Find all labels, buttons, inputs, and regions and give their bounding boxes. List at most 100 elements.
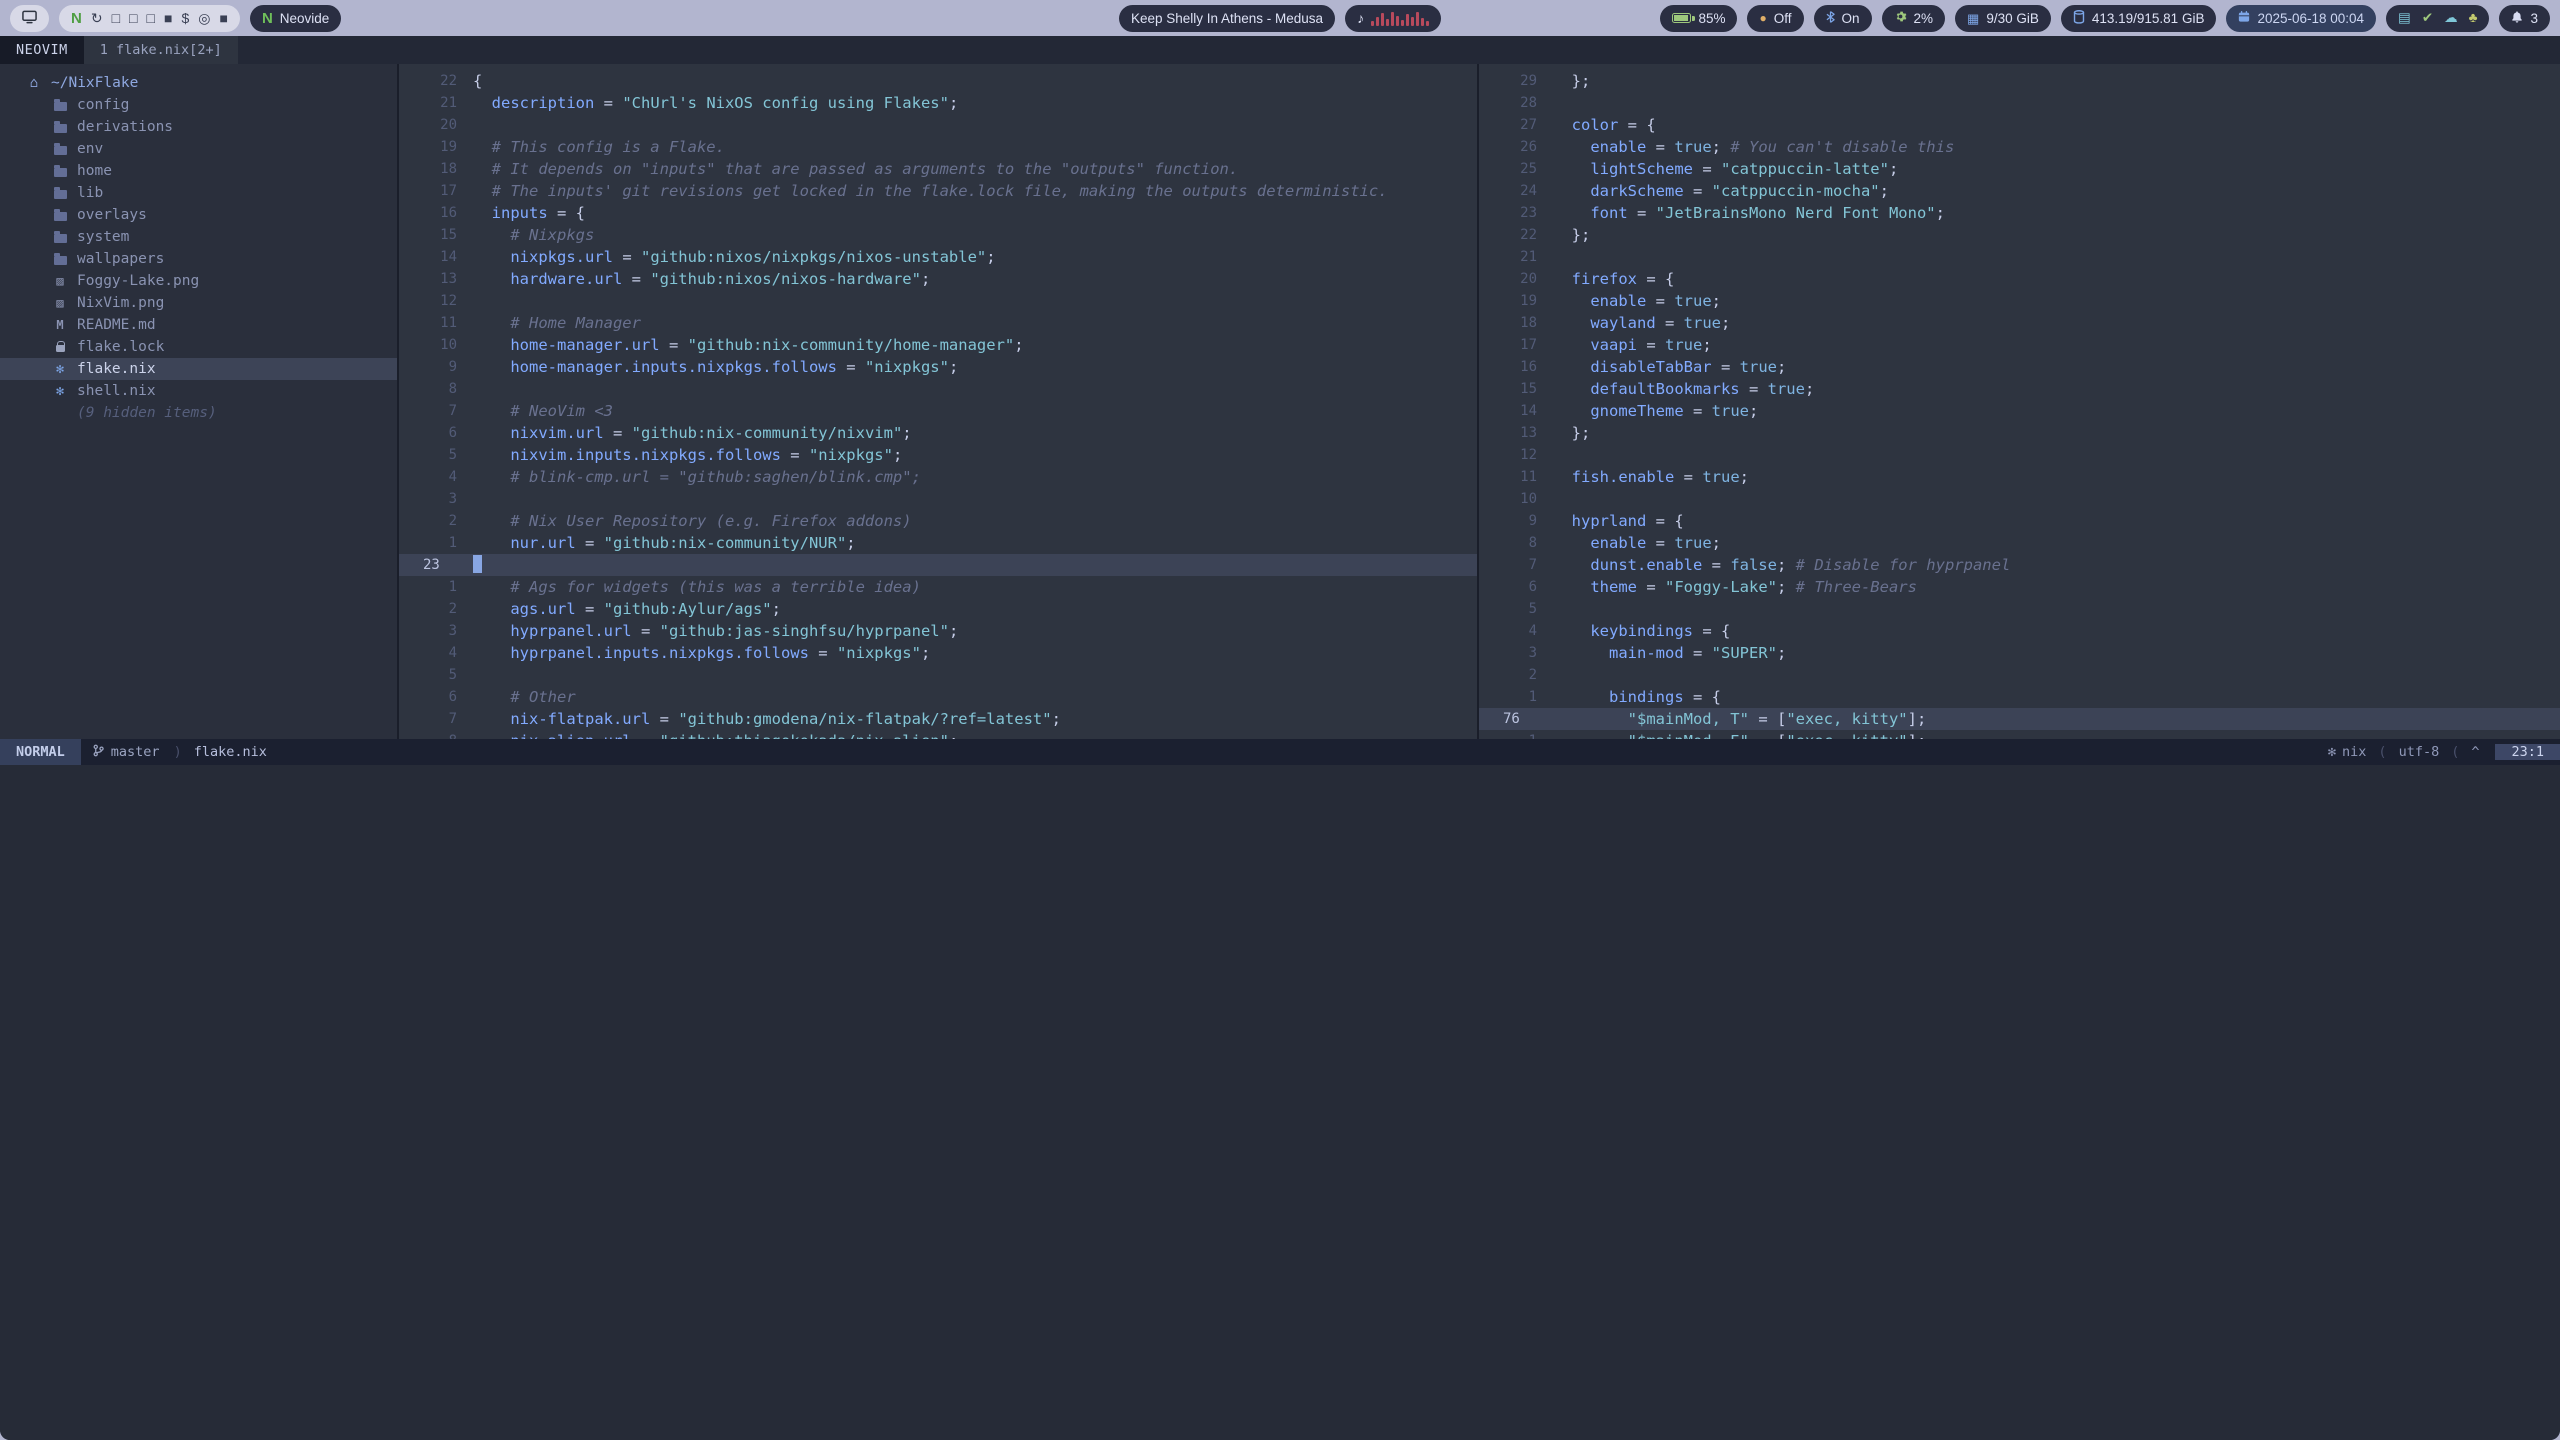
code-line[interactable]: 5 <box>399 664 1477 686</box>
code-line[interactable]: 6 theme = "Foggy-Lake"; # Three-Bears <box>1479 576 2560 598</box>
workspace-refresh[interactable]: ↻ <box>91 11 103 25</box>
code-line[interactable]: 12 <box>1479 444 2560 466</box>
code-line[interactable]: 7 nix-flatpak.url = "github:gmodena/nix-… <box>399 708 1477 730</box>
tree-item-shell-nix[interactable]: ✻shell.nix <box>0 380 397 402</box>
code-line[interactable]: 26 enable = true; # You can't disable th… <box>1479 136 2560 158</box>
disk-module[interactable]: 413.19/915.81 GiB <box>2061 5 2217 32</box>
code-line[interactable]: 12 <box>399 290 1477 312</box>
code-line[interactable]: 19 # This config is a Flake. <box>399 136 1477 158</box>
tree-item-readme-md[interactable]: MREADME.md <box>0 314 397 336</box>
hidden-items-note[interactable]: (9 hidden items) <box>0 402 397 424</box>
code-line[interactable]: 22 }; <box>1479 224 2560 246</box>
code-line[interactable]: 23 font = "JetBrainsMono Nerd Font Mono"… <box>1479 202 2560 224</box>
code-line[interactable]: 8 enable = true; <box>1479 532 2560 554</box>
code-line[interactable]: 1 nur.url = "github:nix-community/NUR"; <box>399 532 1477 554</box>
code-line[interactable]: 2 # Nix User Repository (e.g. Firefox ad… <box>399 510 1477 532</box>
code-line[interactable]: 13 hardware.url = "github:nixos/nixos-ha… <box>399 268 1477 290</box>
workspace-6[interactable]: ■ <box>219 11 227 25</box>
code-line[interactable]: 27 color = { <box>1479 114 2560 136</box>
code-line[interactable]: 3 <box>399 488 1477 510</box>
code-line[interactable]: 16 inputs = { <box>399 202 1477 224</box>
tree-item-flake-lock[interactable]: flake.lock <box>0 336 397 358</box>
tree-item-system[interactable]: system <box>0 226 397 248</box>
code-line[interactable]: 25 lightScheme = "catppuccin-latte"; <box>1479 158 2560 180</box>
workspace-3[interactable]: □ <box>129 11 137 25</box>
workspace-4[interactable]: □ <box>147 11 155 25</box>
workspace-5[interactable]: ■ <box>164 11 172 25</box>
media-title-pill[interactable]: Keep Shelly In Athens - Medusa <box>1119 5 1335 32</box>
code-line[interactable]: 18 wayland = true; <box>1479 312 2560 334</box>
code-line[interactable]: 17 vaapi = true; <box>1479 334 2560 356</box>
buffer-tab[interactable]: 1 flake.nix[2+] <box>84 36 238 64</box>
code-line[interactable]: 22{ <box>399 70 1477 92</box>
code-line[interactable]: 28 <box>1479 92 2560 114</box>
tree-item-config[interactable]: config <box>0 94 397 116</box>
workspace-neovim[interactable]: N <box>71 11 82 26</box>
code-line[interactable]: 21 description = "ChUrl's NixOS config u… <box>399 92 1477 114</box>
code-line[interactable]: 3 main-mod = "SUPER"; <box>1479 642 2560 664</box>
cpu-module[interactable]: 2% <box>1882 5 1946 32</box>
tree-item-lib[interactable]: lib <box>0 182 397 204</box>
check-icon[interactable]: ✔ <box>2422 11 2433 25</box>
code-line[interactable]: 1 # Ags for widgets (this was a terrible… <box>399 576 1477 598</box>
code-line[interactable]: 15 defaultBookmarks = true; <box>1479 378 2560 400</box>
code-line[interactable]: 9 hyprland = { <box>1479 510 2560 532</box>
cloud-icon[interactable]: ☁ <box>2444 11 2458 25</box>
clock-module[interactable]: 2025-06-18 00:04 <box>2226 5 2376 32</box>
bluetooth-module[interactable]: On <box>1814 5 1872 32</box>
notifications-module[interactable]: 3 <box>2499 5 2550 32</box>
code-line[interactable]: 10 <box>1479 488 2560 510</box>
tree-item-nixflake[interactable]: ⌂~/NixFlake <box>0 72 397 94</box>
code-line[interactable]: 21 <box>1479 246 2560 268</box>
code-line[interactable]: 14 gnomeTheme = true; <box>1479 400 2560 422</box>
workspace-2[interactable]: □ <box>112 11 120 25</box>
workspace-terminal[interactable]: $ <box>181 11 189 25</box>
code-line[interactable]: 4 # blink-cmp.url = "github:saghen/blink… <box>399 466 1477 488</box>
code-line[interactable]: 10 home-manager.url = "github:nix-commun… <box>399 334 1477 356</box>
code-line[interactable]: 13 }; <box>1479 422 2560 444</box>
code-line[interactable]: 9 home-manager.inputs.nixpkgs.follows = … <box>399 356 1477 378</box>
tree-item-derivations[interactable]: derivations <box>0 116 397 138</box>
media-visualizer-pill[interactable]: ♪ <box>1345 5 1441 32</box>
tree-item-foggy-lake-png[interactable]: ▨Foggy-Lake.png <box>0 270 397 292</box>
tree-item-wallpapers[interactable]: wallpapers <box>0 248 397 270</box>
screen-share-icon[interactable]: ▤ <box>2398 11 2411 25</box>
code-line[interactable]: 11 # Home Manager <box>399 312 1477 334</box>
code-line[interactable]: 1 "$mainMod, E" = ["exec, kitty"]; <box>1479 730 2560 739</box>
code-line[interactable]: 11 fish.enable = true; <box>1479 466 2560 488</box>
code-line[interactable]: 23 <box>399 554 1477 576</box>
clover-icon[interactable]: ♣ <box>2469 11 2478 25</box>
launcher-button[interactable] <box>10 5 49 32</box>
code-line[interactable]: 5 <box>1479 598 2560 620</box>
code-line[interactable]: 6 # Other <box>399 686 1477 708</box>
code-line[interactable]: 76 "$mainMod, T" = ["exec, kitty"]; <box>1479 708 2560 730</box>
code-line[interactable]: 29 }; <box>1479 70 2560 92</box>
active-window-pill[interactable]: N Neovide <box>250 5 341 32</box>
code-line[interactable]: 14 nixpkgs.url = "github:nixos/nixpkgs/n… <box>399 246 1477 268</box>
memory-module[interactable]: ▦ 9/30 GiB <box>1955 5 2051 32</box>
code-line[interactable]: 3 hyprpanel.url = "github:jas-singhfsu/h… <box>399 620 1477 642</box>
code-line[interactable]: 24 darkScheme = "catppuccin-mocha"; <box>1479 180 2560 202</box>
code-line[interactable]: 8 <box>399 378 1477 400</box>
code-line[interactable]: 15 # Nixpkgs <box>399 224 1477 246</box>
tree-item-home[interactable]: home <box>0 160 397 182</box>
code-line[interactable]: 20 <box>399 114 1477 136</box>
code-line[interactable]: 2 <box>1479 664 2560 686</box>
tree-item-flake-nix[interactable]: ✻flake.nix <box>0 358 397 380</box>
code-line[interactable]: 16 disableTabBar = true; <box>1479 356 2560 378</box>
tree-item-env[interactable]: env <box>0 138 397 160</box>
code-line[interactable]: 8 nix-alien.url = "github:thiagokokada/n… <box>399 730 1477 739</box>
battery-module[interactable]: 85% <box>1660 5 1737 32</box>
code-line[interactable]: 7 dunst.enable = false; # Disable for hy… <box>1479 554 2560 576</box>
code-line[interactable]: 17 # The inputs' git revisions get locke… <box>399 180 1477 202</box>
code-line[interactable]: 6 nixvim.url = "github:nix-community/nix… <box>399 422 1477 444</box>
workspace-target[interactable]: ◎ <box>198 11 210 25</box>
tree-item-overlays[interactable]: overlays <box>0 204 397 226</box>
code-line[interactable]: 7 # NeoVim <3 <box>399 400 1477 422</box>
code-line[interactable]: 2 ags.url = "github:Aylur/ags"; <box>399 598 1477 620</box>
code-line[interactable]: 19 enable = true; <box>1479 290 2560 312</box>
code-line[interactable]: 20 firefox = { <box>1479 268 2560 290</box>
idle-inhibitor-module[interactable]: ● Off <box>1747 5 1803 32</box>
code-line[interactable]: 4 keybindings = { <box>1479 620 2560 642</box>
code-line[interactable]: 18 # It depends on "inputs" that are pas… <box>399 158 1477 180</box>
